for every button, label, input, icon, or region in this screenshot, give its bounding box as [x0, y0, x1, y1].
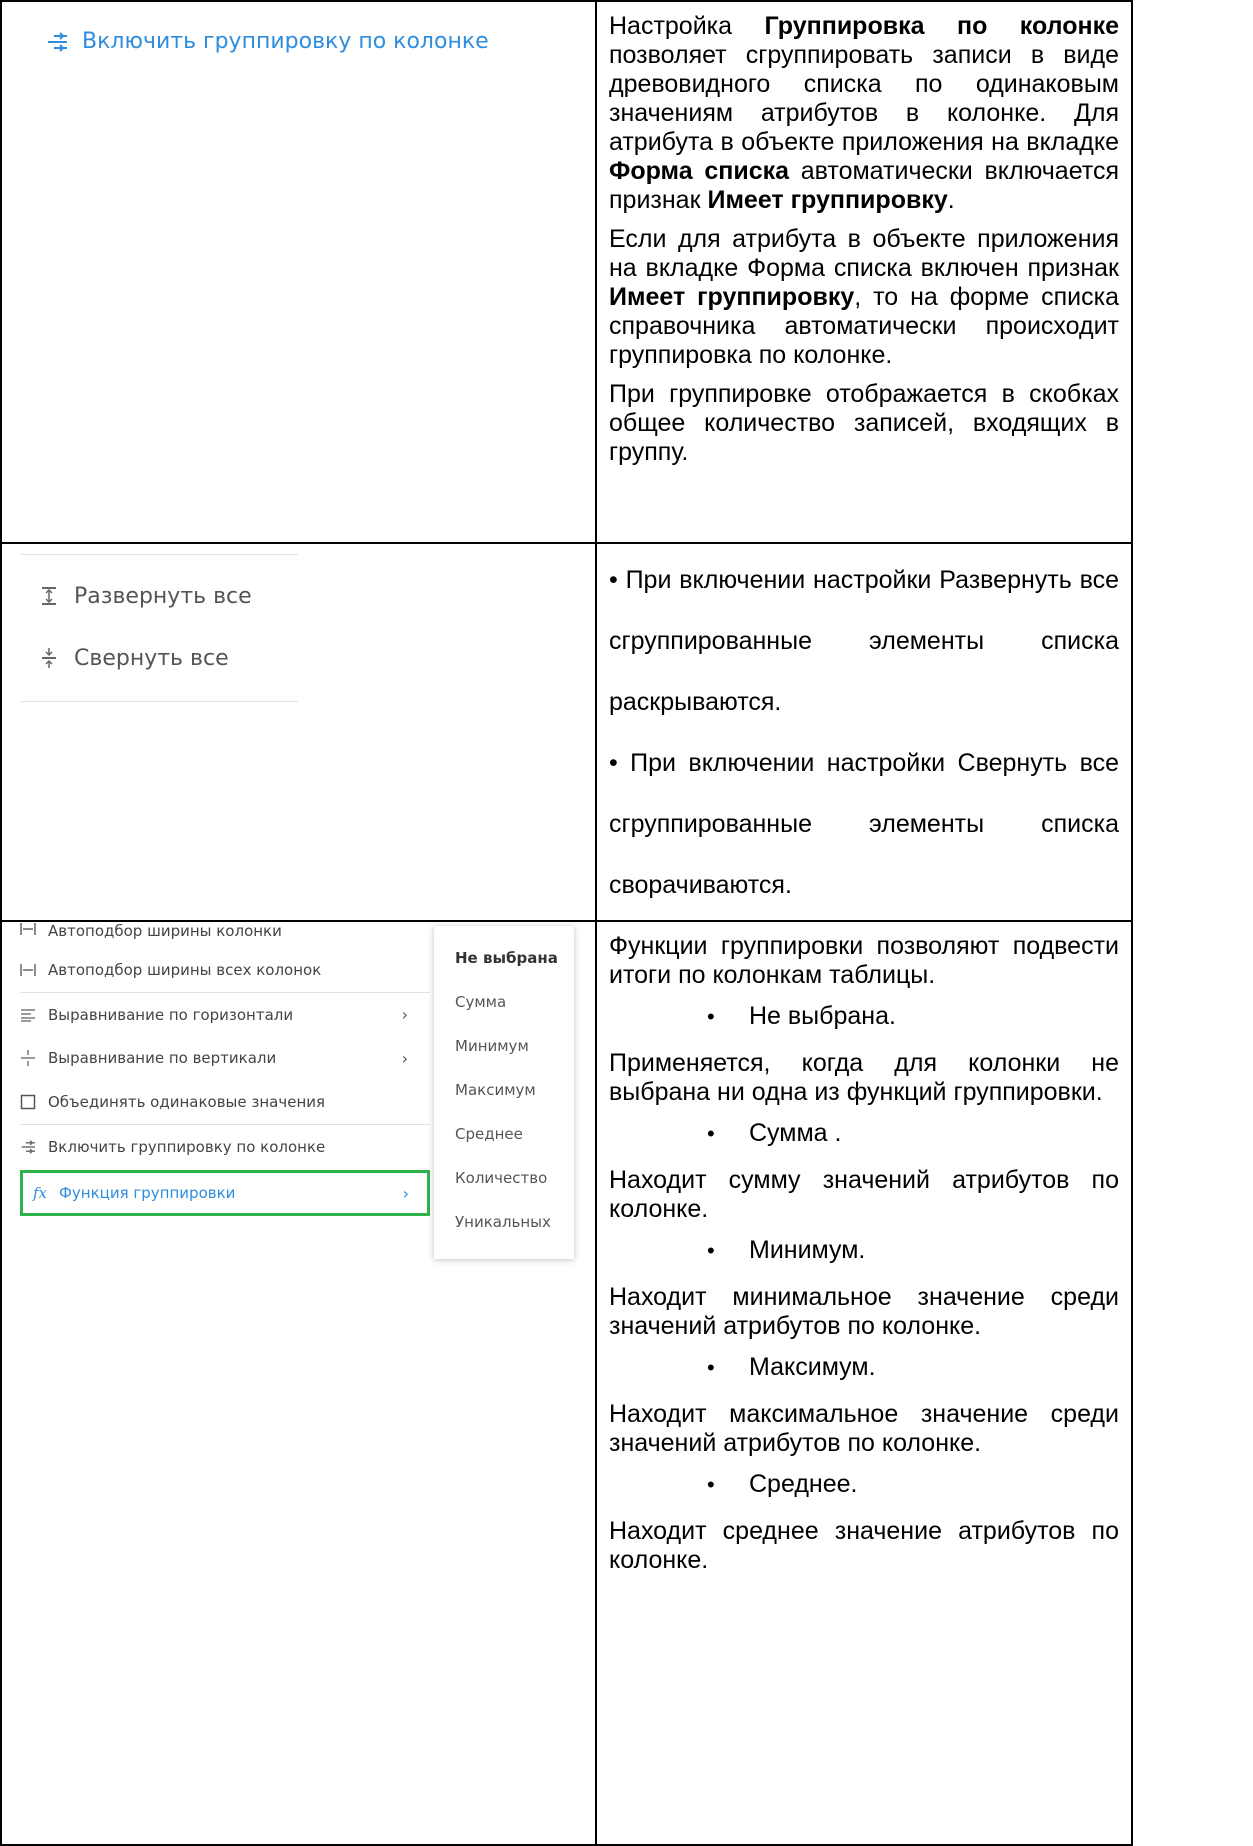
table-row: Автоподбор ширины колонки Автоподбор шир…: [0, 920, 1133, 1846]
chevron-right-icon: ›: [401, 1005, 408, 1024]
bullet-icon: •: [707, 1355, 715, 1380]
bold-text: Имеет группировку: [609, 283, 855, 311]
bold-text: Форма списка: [609, 157, 790, 185]
paragraph: Настройка Группировка по колонке позволя…: [609, 12, 1119, 215]
group-toggle-icon: [48, 31, 67, 52]
checkbox-icon[interactable]: [20, 1094, 48, 1110]
bullet-icon: •: [707, 1238, 715, 1263]
text: позволяет сгруппировать записи в виде др…: [609, 41, 1119, 156]
text: .: [947, 186, 955, 214]
list-item-label: Не выбрана.: [749, 1002, 896, 1030]
paragraph: Находит сумму значений атрибутов по коло…: [609, 1166, 1119, 1223]
paragraph: Если для атрибута в объекте приложения н…: [609, 225, 1119, 370]
expand-icon: [42, 587, 56, 605]
expand-collapse-panel: Развернуть все Свернуть все: [20, 554, 298, 702]
autofit-icon: [20, 922, 48, 936]
column-context-menu: Автоподбор ширины колонки Автоподбор шир…: [20, 922, 430, 1216]
paragraph: • При включении настройки Развернуть все…: [609, 566, 1119, 716]
menu-item-label: Выравнивание по горизонтали: [48, 1005, 294, 1024]
menu-item-autofit[interactable]: Автоподбор ширины колонки: [20, 922, 430, 948]
submenu-item-min[interactable]: Минимум: [434, 1024, 574, 1068]
list-item: • Сумма .: [609, 1119, 1119, 1148]
group-toggle-icon: [20, 1139, 48, 1154]
submenu-item-average[interactable]: Среднее: [434, 1112, 574, 1156]
menu-item-label: Автоподбор ширины всех колонок: [48, 961, 322, 979]
menu-item-label: Автоподбор ширины колонки: [48, 922, 282, 940]
enable-grouping-button[interactable]: Включить группировку по колонке: [46, 29, 489, 54]
menu-item-grouping-function[interactable]: fx Функция группировки ›: [20, 1170, 430, 1216]
bullet-icon: •: [707, 1121, 715, 1146]
collapse-all-button[interactable]: Свернуть все: [20, 627, 298, 689]
menu-item-label: Функция группировки: [59, 1184, 236, 1202]
submenu-item-max[interactable]: Максимум: [434, 1068, 574, 1112]
screenshot-cell: Развернуть все Свернуть все: [0, 542, 597, 922]
submenu-item-count[interactable]: Количество: [434, 1156, 574, 1200]
list-item-label: Максимум.: [749, 1353, 876, 1381]
function-icon: fx: [33, 1184, 48, 1202]
align-horizontal-icon: [20, 1008, 48, 1022]
paragraph: Находит среднее значение атрибутов по ко…: [609, 1517, 1119, 1574]
menu-item-align-vertical[interactable]: Выравнивание по вертикали ›: [20, 1036, 430, 1080]
list-item-label: Среднее.: [749, 1470, 858, 1498]
grouping-function-submenu: Не выбрана Сумма Минимум Максимум Средне…: [434, 926, 574, 1259]
list-item: • Максимум.: [609, 1353, 1119, 1382]
description-cell: Функции группировки позволяют подвести и…: [595, 920, 1133, 1846]
menu-item-label: Объединять одинаковые значения: [48, 1093, 326, 1111]
menu-item-enable-grouping[interactable]: Включить группировку по колонке: [20, 1124, 430, 1168]
submenu-item-none[interactable]: Не выбрана: [434, 936, 574, 980]
menu-item-label: Включить группировку по колонке: [48, 1137, 326, 1156]
menu-item-label: Выравнивание по вертикали: [48, 1049, 277, 1067]
description-cell: • При включении настройки Развернуть все…: [595, 542, 1133, 922]
chevron-right-icon: ›: [401, 1048, 408, 1068]
paragraph: • При включении настройки Свернуть все с…: [609, 749, 1119, 899]
list-item-label: Минимум.: [749, 1236, 866, 1264]
autofit-all-icon: [20, 963, 48, 977]
paragraph: Функции группировки позволяют подвести и…: [609, 932, 1119, 989]
paragraph: При группировке отображается в скобках о…: [609, 380, 1119, 466]
collapse-all-label: Свернуть все: [74, 645, 229, 671]
expand-all-button[interactable]: Развернуть все: [20, 565, 298, 627]
list-item: • Не выбрана.: [609, 1002, 1119, 1031]
bold-text: Группировка по колонке: [764, 12, 1119, 40]
bullet-icon: •: [707, 1004, 715, 1029]
menu-item-merge-values[interactable]: Объединять одинаковые значения: [20, 1080, 430, 1124]
paragraph: Находит максимальное значение среди знач…: [609, 1400, 1119, 1457]
text: Настройка: [609, 12, 765, 40]
bullet-icon: •: [707, 1472, 715, 1497]
expand-all-label: Развернуть все: [74, 583, 252, 609]
paragraph: Применяется, когда для колонки не выбран…: [609, 1049, 1119, 1106]
table-row: Развернуть все Свернуть все • При включе…: [0, 542, 1133, 922]
document-table: Включить группировку по колонке Настройк…: [0, 0, 1133, 1846]
text: Если для атрибута в объекте приложения н…: [609, 225, 1119, 282]
list-item-label: Сумма .: [749, 1119, 842, 1147]
submenu-item-unique[interactable]: Уникальных: [434, 1200, 574, 1244]
enable-grouping-label: Включить группировку по колонке: [82, 29, 489, 54]
submenu-item-sum[interactable]: Сумма: [434, 980, 574, 1024]
screenshot-cell: Автоподбор ширины колонки Автоподбор шир…: [0, 920, 597, 1846]
collapse-icon: [42, 648, 56, 668]
align-vertical-icon: [20, 1049, 48, 1067]
paragraph: Находит минимальное значение среди значе…: [609, 1283, 1119, 1340]
list-item: • Минимум.: [609, 1236, 1119, 1265]
list-item: • Среднее.: [609, 1470, 1119, 1499]
screenshot-cell: Включить группировку по колонке: [0, 0, 597, 544]
bold-text: Имеет группировку: [707, 186, 948, 214]
table-row: Включить группировку по колонке Настройк…: [0, 0, 1133, 544]
chevron-right-icon: ›: [402, 1183, 409, 1203]
menu-item-autofit-all[interactable]: Автоподбор ширины всех колонок: [20, 948, 430, 992]
menu-item-align-horizontal[interactable]: Выравнивание по горизонтали ›: [20, 992, 430, 1036]
description-cell: Настройка Группировка по колонке позволя…: [595, 0, 1133, 544]
